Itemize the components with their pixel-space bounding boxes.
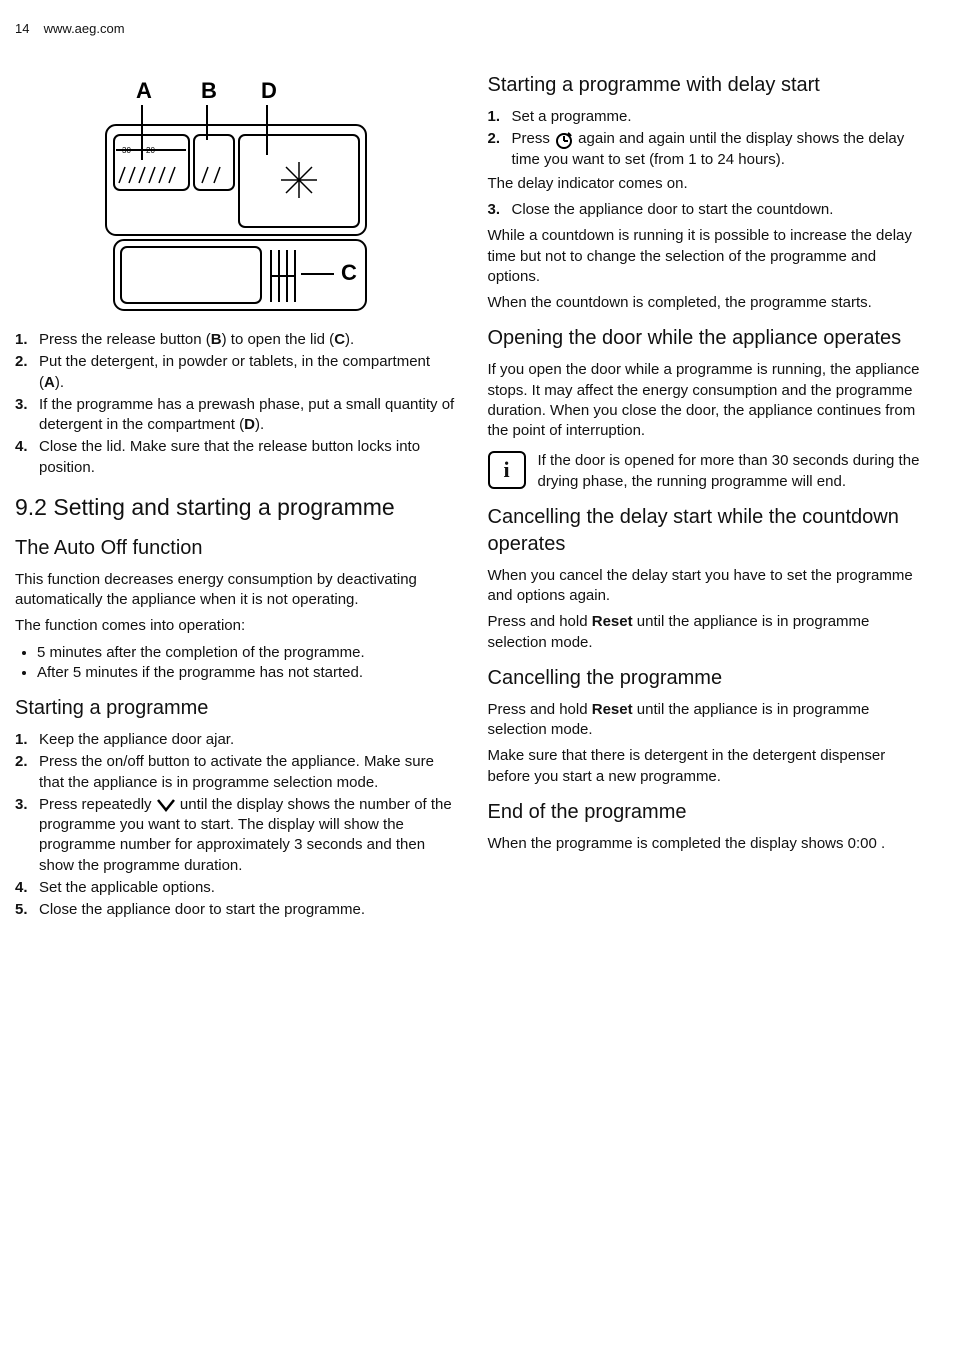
para-cancel-delay-1: When you cancel the delay start you have… [488,566,931,607]
para-delay-indicator: The delay indicator comes on. [488,174,931,194]
list-item: 4.Set the applicable options. [15,878,458,898]
heading-open-door: Opening the door while the appliance ope… [488,325,931,352]
heading-9-2: 9.2 Setting and starting a programme [15,492,458,523]
para-cancel-prog-1: Press and hold Reset until the appliance… [488,700,931,741]
para-delay-complete: When the countdown is completed, the pro… [488,293,931,313]
list-item: 1.Set a programme. [488,107,931,127]
info-text: If the door is opened for more than 30 s… [538,451,931,492]
left-column: A B D 30 20 [15,30,458,926]
steps-delay: 1.Set a programme. 2. Press again and ag… [488,107,931,170]
diagram-label-b: B [201,80,217,103]
info-icon: i [488,451,526,489]
list-item: 3. If the programme has a prewash phase,… [15,395,458,436]
diagram-svg: A B D 30 20 [86,80,386,320]
list-item: 2. Press again and again until the displ… [488,129,931,170]
down-chevron-icon [156,796,176,814]
list-item: 1. Press the release button (B) to open … [15,330,458,350]
list-item: 3.Close the appliance door to start the … [488,200,931,220]
list-item: 5 minutes after the completion of the pr… [37,643,458,663]
list-item: 3. Press repeatedly until the display sh… [15,795,458,876]
diagram-label-a: A [136,80,152,103]
heading-starting: Starting a programme [15,695,458,722]
list-item: 1.Keep the appliance door ajar. [15,730,458,750]
list-auto-off: 5 minutes after the completion of the pr… [15,643,458,684]
heading-cancel-prog: Cancelling the programme [488,665,931,692]
diagram-label-c: C [341,260,357,285]
para-delay-running: While a countdown is running it is possi… [488,226,931,287]
para-end: When the programme is completed the disp… [488,834,931,854]
heading-auto-off: The Auto Off function [15,535,458,562]
heading-delay-start: Starting a programme with delay start [488,72,931,99]
heading-cancel-delay: Cancelling the delay start while the cou… [488,504,931,558]
clock-delay-icon [554,130,574,148]
diagram-label-d: D [261,80,277,103]
list-item: After 5 minutes if the programme has not… [37,663,458,683]
list-item: 4. Close the lid. Make sure that the rel… [15,437,458,478]
list-item: 2.Press the on/off button to activate th… [15,752,458,793]
dispenser-diagram: A B D 30 20 [86,80,386,320]
para-open-door: If you open the door while a programme i… [488,360,931,441]
heading-end: End of the programme [488,799,931,826]
para-auto-off-2: The function comes into operation: [15,616,458,636]
steps-fill-detergent: 1. Press the release button (B) to open … [15,330,458,478]
para-auto-off-1: This function decreases energy consumpti… [15,570,458,611]
list-item: 2. Put the detergent, in powder or table… [15,352,458,393]
info-note: i If the door is opened for more than 30… [488,451,931,492]
steps-delay-cont: 3.Close the appliance door to start the … [488,200,931,220]
para-cancel-delay-2: Press and hold Reset until the appliance… [488,612,931,653]
list-item: 5.Close the appliance door to start the … [15,900,458,920]
page-body: A B D 30 20 [0,0,960,956]
right-column: Starting a programme with delay start 1.… [488,30,931,926]
steps-starting: 1.Keep the appliance door ajar. 2.Press … [15,730,458,920]
para-cancel-prog-2: Make sure that there is detergent in the… [488,746,931,787]
